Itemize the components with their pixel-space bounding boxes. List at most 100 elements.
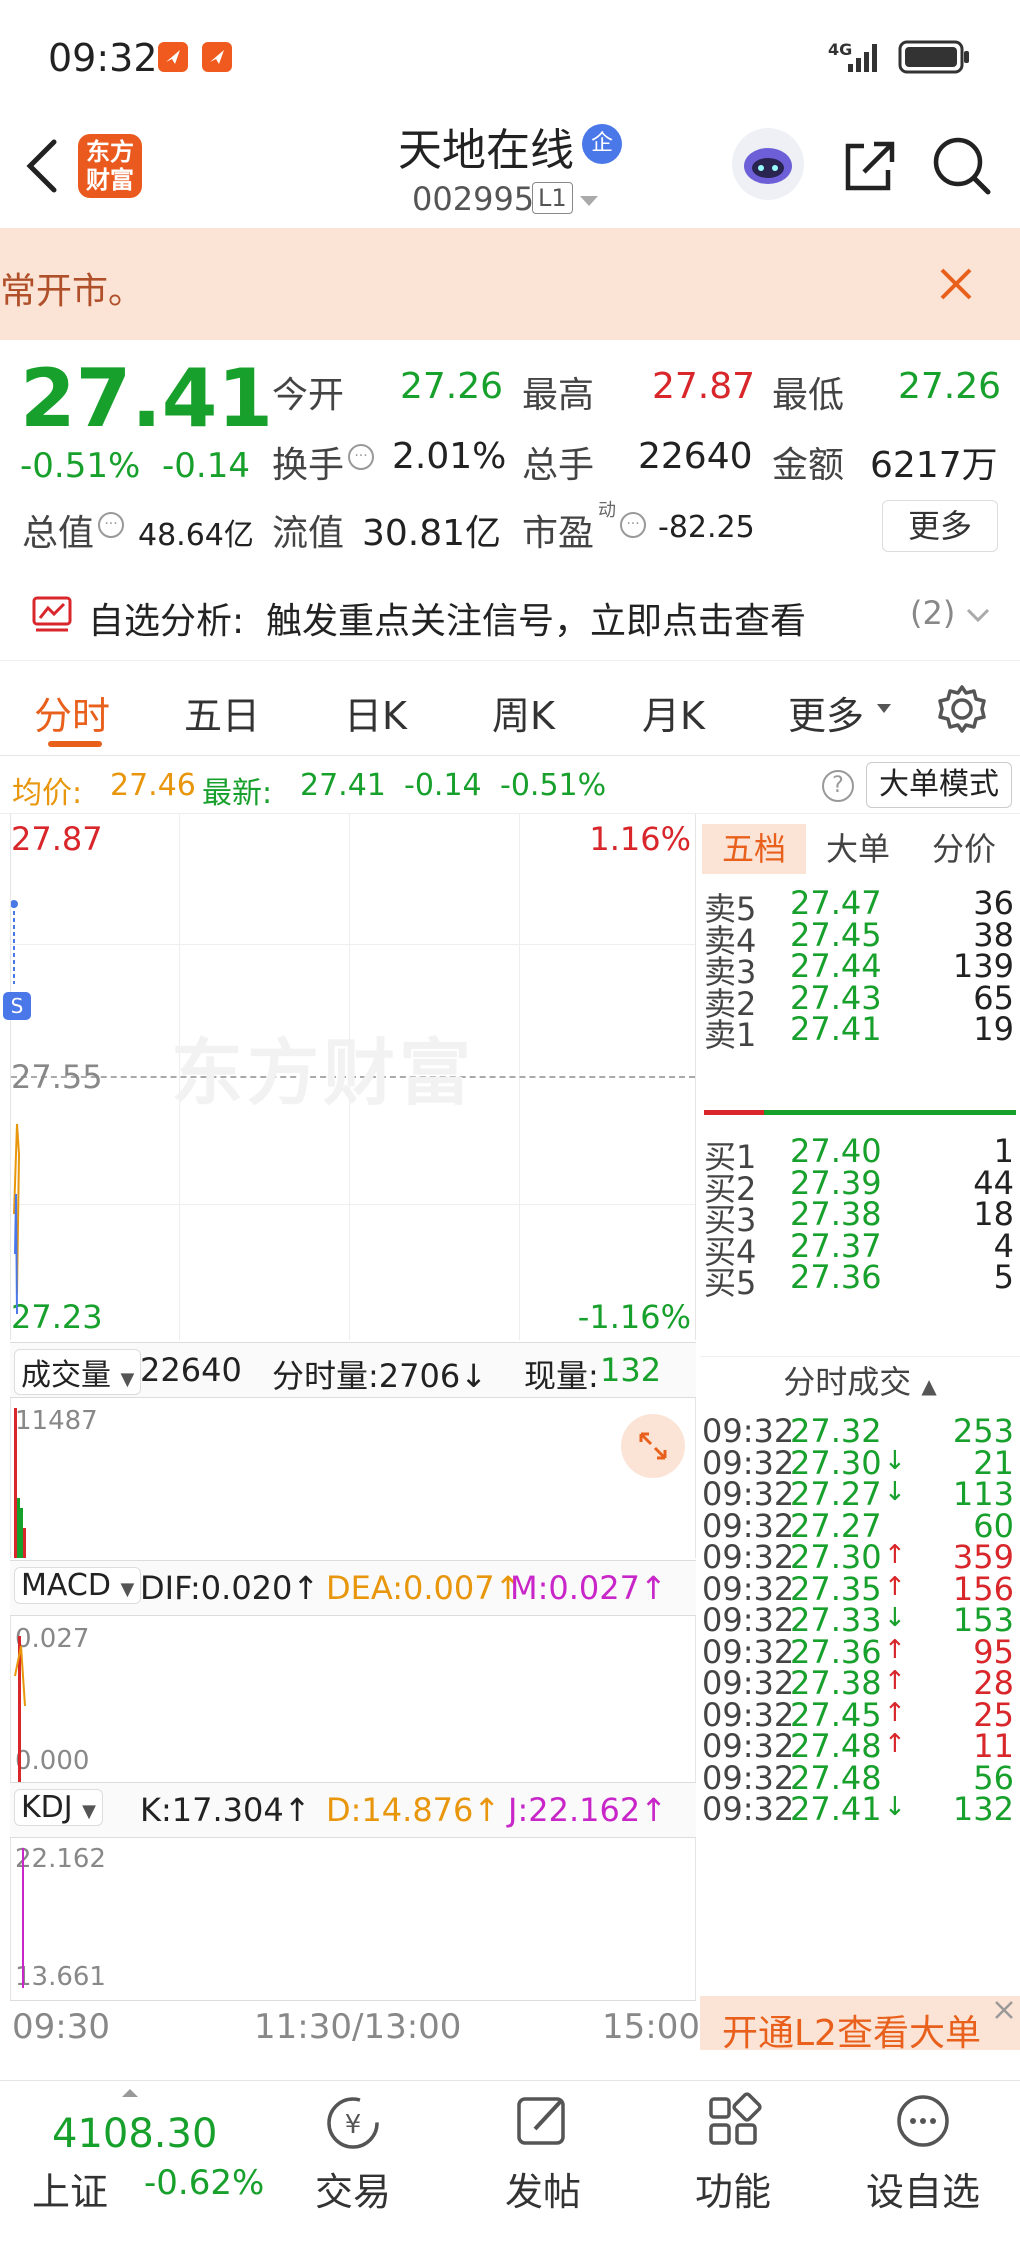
macd-chart[interactable]: 0.027 0.000 bbox=[10, 1616, 696, 1786]
nav-post[interactable]: 发帖 bbox=[468, 2091, 618, 2216]
kdj-j: J:22.162↑ bbox=[508, 1791, 667, 1829]
chevron-up-icon bbox=[122, 2089, 138, 2097]
chart-trend-icon bbox=[32, 596, 72, 632]
tab-intraday[interactable]: 分时 bbox=[34, 685, 110, 740]
volume-label: 总手 bbox=[522, 445, 595, 486]
macd-header: MACD ▼ DIF:0.020↑ DEA:0.007↑ M:0.027↑ bbox=[10, 1560, 696, 1616]
analysis-count: (2) bbox=[910, 594, 956, 632]
nav-functions-label: 功能 bbox=[694, 2170, 771, 2214]
trade-price: 27.41 bbox=[790, 1790, 882, 1828]
trade-time: 09:32 bbox=[702, 1790, 795, 1828]
bid-ask-ratio-bar bbox=[704, 1110, 1016, 1115]
battery-icon bbox=[898, 40, 969, 74]
market-cap-label: 总值 bbox=[22, 513, 95, 554]
help-icon[interactable]: ? bbox=[822, 770, 854, 802]
turnover-value: 2.01% bbox=[392, 436, 507, 477]
quote-panel: 27.41 -0.51% -0.14 今开 27.26 最高 27.87 最低 … bbox=[0, 340, 1020, 580]
current-price: 27.41 bbox=[20, 352, 274, 445]
chevron-down-icon[interactable] bbox=[966, 608, 990, 624]
kdj-lines bbox=[22, 1848, 24, 1988]
tab-big-orders[interactable]: 大单 bbox=[826, 824, 890, 874]
trade-direction-icon: ↑ bbox=[884, 1729, 906, 1759]
nav-post-label: 发帖 bbox=[504, 2170, 581, 2214]
level-badge[interactable]: L1 bbox=[532, 182, 573, 214]
time-mid: 11:30/13:00 bbox=[254, 2007, 462, 2047]
big-order-mode-button[interactable]: 大单模式 bbox=[866, 762, 1012, 808]
kdj-chart[interactable]: 22.162 13.661 bbox=[10, 1838, 696, 2000]
nav-watchlist-label: 设自选 bbox=[865, 2170, 980, 2214]
order-book: 五档 大单 分价 卖5 27.47 36 卖4 27.45 38 卖3 27.44 139 卖2 2… bbox=[700, 814, 1020, 1354]
bid-level-row: 买5 27.36 5 bbox=[700, 1258, 1020, 1302]
volume-chart[interactable]: 11487 bbox=[10, 1398, 696, 1558]
chevron-down-icon[interactable] bbox=[578, 194, 600, 208]
chevron-down-icon[interactable] bbox=[876, 703, 892, 715]
back-icon[interactable] bbox=[20, 136, 64, 196]
tab-monthly-k[interactable]: 月K bbox=[642, 685, 705, 740]
kdj-indicator-selector[interactable]: KDJ ▼ bbox=[14, 1789, 104, 1826]
enterprise-badge: 企 bbox=[582, 124, 622, 164]
time-start: 09:30 bbox=[12, 2007, 110, 2047]
macd-indicator-selector[interactable]: MACD ▼ bbox=[14, 1567, 142, 1604]
notice-banner[interactable]: 常开市。 bbox=[0, 228, 1020, 340]
tab-daily-k[interactable]: 日K bbox=[344, 685, 407, 740]
index-name: 上证 bbox=[32, 2170, 109, 2214]
price-summary-bar: 均价: 27.46 最新: 27.41 -0.14 -0.51% ? 大单模式 bbox=[0, 756, 1020, 814]
tab-more[interactable]: 更多 bbox=[788, 685, 864, 740]
assistant-robot-icon[interactable] bbox=[732, 128, 804, 200]
level-price: 27.41 bbox=[790, 1010, 882, 1048]
close-icon[interactable] bbox=[938, 266, 974, 302]
tick-trades[interactable]: 分时成交 ▲ 09:32 27.32 253 09:32 27.30 ↓ 21 09:32 27… bbox=[700, 1356, 1020, 1996]
kdj-d: D:14.876↑ bbox=[326, 1791, 501, 1829]
gear-icon[interactable] bbox=[936, 683, 988, 735]
watchlist-analysis-bar[interactable]: 自选分析: 触发重点关注信号，立即点击查看 (2) bbox=[0, 578, 1020, 660]
index-ticker[interactable]: 4108.30 上证 -0.62% bbox=[30, 2087, 270, 2237]
ask-level-row: 卖1 27.41 19 bbox=[700, 1010, 1020, 1054]
avg-price-label: 均价: bbox=[12, 776, 83, 811]
share-icon[interactable] bbox=[838, 136, 898, 196]
low-label: 最低 bbox=[772, 375, 845, 416]
kdj-k: K:17.304↑ bbox=[140, 1791, 311, 1829]
trade-row: 09:32 27.41 ↓ 132 bbox=[700, 1790, 1020, 1835]
intraday-chart[interactable]: 东方财富 27.87 1.16% 27.55 27.23 -1.16% S bbox=[3, 814, 696, 1340]
analysis-label: 自选分析: bbox=[88, 601, 245, 642]
tab-price-distribution[interactable]: 分价 bbox=[932, 824, 996, 874]
open-label: 今开 bbox=[272, 375, 345, 416]
amount-value: 6217万 bbox=[870, 445, 998, 486]
volume-indicator-selector[interactable]: 成交量 ▼ bbox=[14, 1349, 142, 1395]
tab-five-day[interactable]: 五日 bbox=[184, 685, 260, 740]
tab-five-levels[interactable]: 五档 bbox=[702, 824, 806, 874]
volume-period: 分时量:2706↓ bbox=[272, 1357, 488, 1395]
trade-direction-icon: ↑ bbox=[884, 1571, 906, 1602]
nav-trade-label: 交易 bbox=[314, 2170, 391, 2214]
grid-icon bbox=[709, 2092, 762, 2145]
macd-bars bbox=[14, 1636, 26, 1786]
volume-now-label: 现量: bbox=[524, 1357, 599, 1395]
trade-volume: 132 bbox=[952, 1790, 1014, 1828]
nav-functions[interactable]: 功能 bbox=[658, 2091, 808, 2216]
info-icon[interactable]: ··· bbox=[620, 512, 646, 538]
more-button[interactable]: 更多 bbox=[882, 500, 998, 552]
app-logo[interactable]: 东方财富 bbox=[78, 134, 142, 198]
tab-weekly-k[interactable]: 周K bbox=[492, 685, 555, 740]
float-cap-label: 流值 bbox=[272, 513, 345, 554]
bottom-nav: 4108.30 上证 -0.62% ¥ 交易 发帖 功能 设自选 bbox=[0, 2080, 1020, 2250]
trades-header[interactable]: 分时成交 ▲ bbox=[700, 1356, 1020, 1406]
signal-marker[interactable]: S bbox=[3, 992, 31, 1020]
close-icon[interactable] bbox=[992, 1998, 1016, 2022]
l2-promo-banner[interactable]: 开通L2查看大单 bbox=[700, 1996, 1020, 2054]
expand-icon[interactable] bbox=[621, 1414, 685, 1478]
search-icon[interactable] bbox=[930, 134, 994, 198]
nav-trade[interactable]: ¥ 交易 bbox=[278, 2091, 428, 2216]
status-time: 09:32 bbox=[48, 36, 158, 80]
trades-title: 分时成交 bbox=[783, 1363, 912, 1401]
nav-watchlist[interactable]: 设自选 bbox=[848, 2091, 998, 2216]
level-label: 卖1 bbox=[704, 1016, 757, 1054]
notice-text: 常开市。 bbox=[0, 271, 145, 312]
volume-total: 22640 bbox=[140, 1351, 242, 1389]
change-percent: -0.51% bbox=[20, 446, 141, 486]
info-icon[interactable]: ··· bbox=[348, 444, 374, 470]
info-icon[interactable]: ··· bbox=[98, 512, 124, 538]
chart-tabs: 分时 五日 日K 周K 月K 更多 bbox=[0, 660, 1020, 756]
trade-icon: ¥ bbox=[327, 2097, 379, 2149]
turnover-label: 换手 bbox=[272, 445, 345, 486]
